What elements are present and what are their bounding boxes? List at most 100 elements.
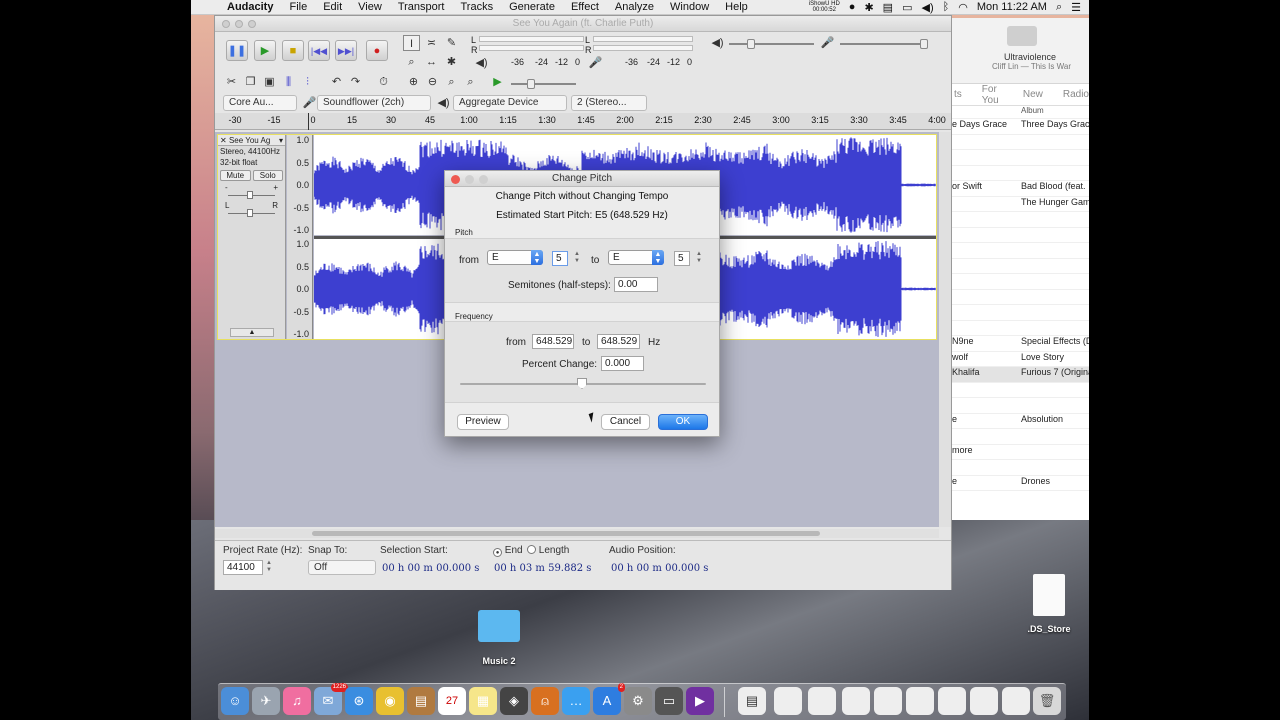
- screenshot-thumbnail[interactable]: [774, 687, 802, 715]
- list-item[interactable]: [952, 243, 1089, 259]
- list-item[interactable]: [952, 274, 1089, 290]
- sync-lock-icon[interactable]: ⏱: [375, 74, 392, 90]
- playback-device-select[interactable]: Aggregate Device: [453, 95, 567, 111]
- menu-transport[interactable]: Transport: [390, 1, 453, 13]
- draw-tool-icon[interactable]: ✎: [443, 35, 460, 51]
- airplay-icon[interactable]: ▭: [902, 1, 912, 14]
- project-rate-stepper[interactable]: ▲ ▼: [265, 560, 273, 575]
- to-octave-input[interactable]: 5: [674, 251, 690, 266]
- project-rate-input[interactable]: 44100: [223, 560, 263, 575]
- list-icon[interactable]: ☰: [1071, 1, 1081, 14]
- play-at-speed-icon[interactable]: ▶: [489, 74, 506, 90]
- stop-button[interactable]: ■: [282, 40, 304, 61]
- volume-icon[interactable]: ◀): [921, 1, 933, 14]
- slider-thumb[interactable]: [920, 39, 928, 49]
- list-item[interactable]: [952, 305, 1089, 321]
- menu-view[interactable]: View: [350, 1, 390, 13]
- from-octave-input[interactable]: 5: [552, 251, 568, 266]
- mail-icon[interactable]: ✉ 1226: [314, 683, 348, 715]
- recording-indicator-icon[interactable]: ●: [849, 1, 856, 13]
- record-meter-left[interactable]: [593, 36, 693, 42]
- terminal-icon[interactable]: ▭: [655, 687, 683, 715]
- list-item[interactable]: wolf Love Story: [952, 352, 1089, 367]
- record-button[interactable]: ●: [366, 40, 388, 61]
- list-item[interactable]: [952, 150, 1089, 166]
- to-octave-stepper[interactable]: ▲ ▼: [695, 251, 703, 266]
- fit-project-icon[interactable]: ⌕: [462, 74, 479, 90]
- paste-icon[interactable]: ▣: [261, 74, 278, 90]
- copy-icon[interactable]: ❐: [242, 74, 259, 90]
- slider-thumb[interactable]: [247, 191, 253, 199]
- document-icon[interactable]: [1002, 687, 1030, 715]
- list-item[interactable]: more: [952, 445, 1089, 460]
- timeshift-tool-icon[interactable]: ↔: [423, 54, 440, 70]
- app-store-icon[interactable]: A2: [593, 683, 625, 715]
- audio-position-time[interactable]: 00 h 00 m 00.000 s: [611, 561, 708, 576]
- percent-change-input[interactable]: 0.000: [601, 356, 644, 371]
- playback-meter-right[interactable]: [479, 45, 584, 51]
- collapse-track-button[interactable]: ▲: [230, 328, 274, 337]
- messages-icon[interactable]: …: [562, 687, 590, 715]
- zoom-tool-icon[interactable]: ⌕: [403, 54, 420, 70]
- selection-start-time[interactable]: 00 h 00 m 00.000 s: [382, 561, 479, 576]
- mute-button[interactable]: Mute: [220, 170, 251, 181]
- track-name-menu[interactable]: ✕ See You Ag ▾: [218, 135, 285, 146]
- trash-icon[interactable]: 🗑: [1033, 687, 1061, 715]
- audio-app-icon[interactable]: ◈: [500, 687, 528, 715]
- percent-change-slider[interactable]: [460, 378, 706, 389]
- list-item[interactable]: [952, 460, 1089, 476]
- silence-icon[interactable]: ⫶: [299, 74, 316, 90]
- redo-icon[interactable]: ↷: [347, 74, 364, 90]
- speaker-meter-icon[interactable]: ◀): [473, 55, 490, 71]
- cut-icon[interactable]: ✂: [223, 74, 240, 90]
- list-item[interactable]: [952, 383, 1089, 398]
- list-item[interactable]: [952, 429, 1089, 445]
- close-window-button[interactable]: [222, 20, 230, 28]
- zoom-window-button[interactable]: [248, 20, 256, 28]
- pause-button[interactable]: ❚❚: [226, 40, 248, 61]
- preview-button[interactable]: Preview: [457, 414, 509, 430]
- record-meter-right[interactable]: [593, 45, 693, 51]
- desktop-folder[interactable]: Music 2: [475, 610, 523, 666]
- timeline-ruler[interactable]: -30 -15 0 15 30 45 1:00 1:15 1:30 1:45 2:00 2:15 2:3…: [215, 113, 951, 130]
- frequency-to-input[interactable]: 648.529: [597, 334, 640, 349]
- cancel-button[interactable]: Cancel: [601, 414, 650, 430]
- frequency-from-input[interactable]: 648.529: [532, 334, 574, 349]
- zoom-in-icon[interactable]: ⊕: [405, 74, 422, 90]
- screenshot-thumbnail[interactable]: [808, 687, 836, 715]
- recorder-status[interactable]: iShowU HD 00:00:52: [809, 1, 840, 13]
- list-item[interactable]: [952, 259, 1089, 274]
- length-radio[interactable]: Length: [527, 545, 569, 556]
- list-item[interactable]: [952, 228, 1089, 243]
- screenshot-thumbnail[interactable]: [938, 687, 966, 715]
- list-item[interactable]: [952, 135, 1089, 150]
- undo-icon[interactable]: ↶: [328, 74, 345, 90]
- list-item[interactable]: or Swift Bad Blood (feat.: [952, 181, 1089, 197]
- screenshot-thumbnail[interactable]: [970, 687, 998, 715]
- list-item[interactable]: [952, 212, 1089, 228]
- menu-effect[interactable]: Effect: [563, 1, 607, 13]
- playback-meter-left[interactable]: [479, 36, 584, 42]
- radio-selected-icon[interactable]: ●: [493, 548, 502, 557]
- snap-to-select[interactable]: Off: [308, 560, 376, 575]
- solo-button[interactable]: Solo: [252, 170, 283, 181]
- gear-icon[interactable]: ✱: [864, 1, 873, 14]
- to-note-select[interactable]: E ▲ ▼: [608, 250, 664, 265]
- skip-end-button[interactable]: ▶▶|: [335, 40, 357, 61]
- menu-window[interactable]: Window: [662, 1, 717, 13]
- slider-thumb[interactable]: [247, 209, 253, 217]
- skip-start-button[interactable]: |◀◀: [308, 40, 330, 61]
- finder-icon[interactable]: ☺: [221, 687, 249, 715]
- document-icon[interactable]: ▤: [738, 687, 766, 715]
- list-item[interactable]: e Absolution: [952, 414, 1089, 429]
- search-icon[interactable]: ⌕: [1056, 1, 1062, 14]
- list-item[interactable]: N9ne Special Effects (D: [952, 336, 1089, 352]
- chrome-icon[interactable]: ◉: [376, 687, 404, 715]
- list-item[interactable]: [952, 290, 1089, 305]
- contacts-icon[interactable]: ▤: [407, 687, 435, 715]
- notes-icon[interactable]: ▦: [469, 687, 497, 715]
- scroll-thumb[interactable]: [312, 531, 820, 536]
- minimize-window-button[interactable]: [235, 20, 243, 28]
- launchpad-icon[interactable]: ✈: [252, 687, 280, 715]
- slider-thumb[interactable]: [747, 39, 755, 49]
